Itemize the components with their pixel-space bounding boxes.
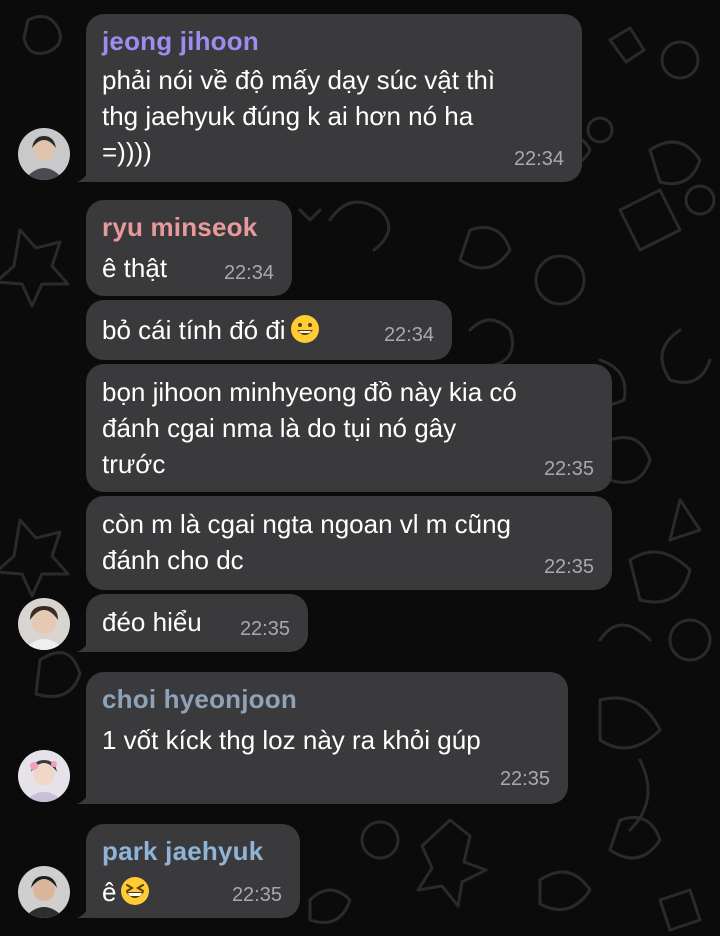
message-bubble[interactable]: jeong jihoon phải nói về độ mấy dạy súc … [77,14,582,182]
message-bubble[interactable]: bỏ cái tính đó đi 22:34 [86,300,452,360]
message-line: 1 vốt kíck thg loz này ra khỏi gúp [102,725,481,755]
grinning-face-icon [290,315,319,343]
message-line: ê thật [102,253,168,283]
message-line: bọn jihoon minhyeong đồ này kia có [102,377,517,407]
message-line: thg jaehyuk đúng k ai hơn nó ha [102,101,474,131]
grinning-squinting-face-icon [121,877,150,905]
message-line: còn m là cgai ngta ngoan vl m cũng [102,509,512,539]
avatar-choi-hyeonjoon[interactable] [18,750,70,802]
message-time: 22:35 [499,768,550,790]
message-line: đéo hiểu [102,607,202,637]
message-time: 22:34 [223,262,274,284]
bubble-tail [77,902,91,918]
message-bubble[interactable]: bọn jihoon minhyeong đồ này kia có đánh … [86,364,612,492]
avatar-park-jaehyuk[interactable] [18,866,70,918]
bubble-tail [77,788,91,804]
message-bubble[interactable]: đéo hiểu 22:35 [77,594,308,652]
sender-name[interactable]: choi hyeonjoon [102,684,297,715]
message-time: 22:34 [513,148,564,170]
avatar-ryu-minseok[interactable] [18,598,70,650]
message-line: bỏ cái tính đó đi [102,312,320,348]
message-time: 22:35 [543,458,594,480]
message-time: 22:35 [239,618,290,640]
message-bubble[interactable]: park jaehyuk ê 22:35 [77,824,300,918]
sender-name[interactable]: jeong jihoon [102,26,259,57]
message-bubble[interactable]: ryu minseok ê thật 22:34 [86,200,292,296]
message-line: trước [102,449,166,479]
message-time: 22:34 [383,324,434,346]
message-text: bỏ cái tính đó đi [102,315,286,345]
sender-name[interactable]: ryu minseok [102,212,257,243]
message-line: đánh cgai nma là do tụi nó gây [102,413,457,443]
message-time: 22:35 [231,884,282,906]
bubble-tail [77,636,91,652]
message-line: đánh cho dc [102,545,244,575]
message-bubble[interactable]: choi hyeonjoon 1 vốt kíck thg loz này ra… [77,672,568,804]
message-line: ê [102,874,150,910]
message-line: =)))) [102,137,152,167]
message-text: ê [102,877,117,907]
message-bubble[interactable]: còn m là cgai ngta ngoan vl m cũng đánh … [86,496,612,590]
message-line: phải nói về độ mấy dạy súc vật thì [102,65,496,95]
bubble-tail [77,166,91,182]
avatar-jeong-jihoon[interactable] [18,128,70,180]
message-time: 22:35 [543,556,594,578]
sender-name[interactable]: park jaehyuk [102,836,263,867]
